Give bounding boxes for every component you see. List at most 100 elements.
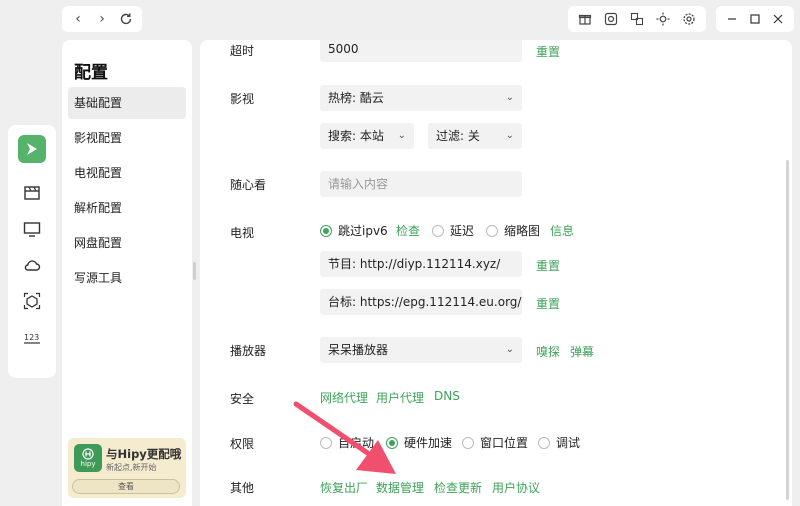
chevron-down-icon: ⌄ — [505, 92, 514, 103]
rail-cloud-button[interactable] — [19, 252, 45, 278]
delay-radio[interactable]: 延迟 — [432, 222, 474, 239]
dns-link[interactable]: DNS — [434, 389, 460, 403]
nav-group: ‹ › — [62, 6, 142, 32]
record-icon — [604, 12, 618, 26]
refresh-button[interactable] — [115, 8, 137, 30]
filter-value: 过滤: 关 — [436, 129, 480, 143]
program-reset-link[interactable]: 重置 — [536, 257, 560, 274]
menu-item-tv[interactable]: 电视配置 — [68, 157, 186, 189]
search-select[interactable]: 搜索: 本站 ⌄ — [320, 123, 414, 149]
radio-unchecked-icon — [462, 436, 474, 449]
translate-button[interactable] — [627, 9, 647, 29]
radio-unchecked-icon — [320, 436, 332, 449]
video-label: 影视 — [230, 92, 255, 106]
play-logo-icon — [27, 143, 37, 155]
thumbnail-label: 缩略图 — [504, 224, 541, 238]
record-button[interactable] — [601, 9, 621, 29]
danmaku-link[interactable]: 弹幕 — [570, 343, 594, 360]
user-agreement-link[interactable]: 用户协议 — [492, 479, 540, 496]
factory-reset-link[interactable]: 恢复出厂 — [320, 479, 368, 496]
menu-item-parse[interactable]: 解析配置 — [68, 192, 186, 224]
other-label: 其他 — [230, 481, 255, 495]
network-proxy-link[interactable]: 网络代理 — [320, 389, 368, 406]
minimize-button[interactable] — [723, 10, 741, 28]
cloud-icon — [24, 260, 41, 271]
user-agent-link[interactable]: 用户代理 — [376, 389, 424, 406]
title-bar: ‹ › — [0, 0, 800, 40]
menu-item-source-tool[interactable]: 写源工具 — [68, 262, 186, 294]
chevron-left-icon: ‹ — [75, 11, 81, 27]
forward-button[interactable]: › — [91, 8, 113, 30]
hardware-accel-radio[interactable]: 硬件加速 — [386, 434, 452, 451]
rail-tv-button[interactable] — [19, 216, 45, 242]
rail-cube-button[interactable] — [19, 288, 45, 314]
chevron-down-icon: ⌄ — [397, 130, 406, 141]
menu-item-netdisk[interactable]: 网盘配置 — [68, 227, 186, 259]
hot-list-value: 热榜: 酷云 — [328, 91, 384, 105]
promo-view-button[interactable]: 查看 — [72, 479, 180, 494]
hipy-logo: hipy — [74, 444, 102, 472]
tv-info-link[interactable]: 信息 — [550, 222, 574, 239]
debug-label: 调试 — [556, 436, 581, 450]
promo-subtitle: 新起点,新开始 — [106, 463, 157, 472]
window-position-radio[interactable]: 窗口位置 — [462, 434, 528, 451]
menu-item-basic[interactable]: 基础配置 — [68, 87, 186, 119]
menu-item-video[interactable]: 影视配置 — [68, 122, 186, 154]
random-input[interactable]: 请输入内容 — [320, 171, 522, 197]
timeout-label: 超时 — [230, 44, 255, 58]
radio-unchecked-icon — [432, 224, 444, 237]
maximize-icon — [750, 14, 760, 24]
translate-icon — [630, 12, 644, 26]
hardware-accel-label: 硬件加速 — [404, 436, 453, 450]
data-management-link[interactable]: 数据管理 — [376, 479, 424, 496]
logo-input[interactable]: 台标: https://epg.112114.eu.org/l... — [320, 289, 522, 315]
app-logo[interactable] — [18, 135, 46, 163]
skip-ipv6-label: 跳过ipv6 — [338, 224, 388, 238]
sniff-link[interactable]: 嗅探 — [536, 343, 560, 360]
close-button[interactable] — [769, 10, 787, 28]
program-input[interactable]: 节目: http://diyp.112114.xyz/ — [320, 251, 522, 277]
skip-ipv6-radio[interactable]: 跳过ipv6 — [320, 222, 388, 239]
delay-label: 延迟 — [450, 224, 475, 238]
player-select[interactable]: 呆呆播放器 ⌄ — [320, 337, 522, 363]
resize-handle[interactable] — [193, 262, 196, 280]
ipv6-check-link[interactable]: 检查 — [396, 222, 420, 239]
gear-icon — [683, 13, 695, 25]
tv-icon — [23, 222, 41, 237]
cube-icon — [23, 292, 41, 310]
close-icon — [773, 14, 783, 24]
permission-label: 权限 — [230, 437, 255, 451]
refresh-icon — [120, 13, 132, 25]
film-icon — [24, 186, 40, 200]
check-update-link[interactable]: 检查更新 — [434, 479, 482, 496]
vertical-scrollbar[interactable] — [786, 160, 789, 500]
debug-radio[interactable]: 调试 — [538, 434, 580, 451]
config-sidebar: 配置 基础配置 影视配置 电视配置 解析配置 网盘配置 写源工具 — [62, 40, 192, 506]
radio-checked-icon — [386, 436, 398, 449]
svg-text:123: 123 — [24, 333, 39, 342]
hot-list-select[interactable]: 热榜: 酷云 ⌄ — [320, 85, 522, 111]
timeout-input[interactable]: 5000 — [320, 40, 522, 62]
radio-checked-icon — [320, 224, 332, 237]
timeout-reset-link[interactable]: 重置 — [536, 43, 560, 60]
theme-button[interactable] — [653, 9, 673, 29]
settings-panel: 超时 5000 重置 影视 热榜: 酷云 ⌄ 搜索: 本站 ⌄ 过滤: 关 ⌄ … — [200, 40, 792, 506]
filter-select[interactable]: 过滤: 关 ⌄ — [428, 123, 522, 149]
thumbnail-radio[interactable]: 缩略图 — [486, 222, 540, 239]
tool-group — [568, 6, 706, 32]
back-button[interactable]: ‹ — [67, 8, 89, 30]
config-menu: 基础配置 影视配置 电视配置 解析配置 网盘配置 写源工具 — [68, 87, 186, 297]
rail-123-button[interactable]: 123 — [19, 324, 45, 350]
hipy-logo-text: hipy — [80, 460, 96, 468]
security-label: 安全 — [230, 392, 255, 406]
gift-button[interactable] — [575, 9, 595, 29]
logo-reset-link[interactable]: 重置 — [536, 295, 560, 312]
player-value: 呆呆播放器 — [328, 343, 389, 357]
numbers-icon: 123 — [24, 333, 40, 344]
rail-film-button[interactable] — [19, 180, 45, 206]
maximize-button[interactable] — [746, 10, 764, 28]
settings-button[interactable] — [679, 9, 699, 29]
autostart-radio[interactable]: 自启动 — [320, 434, 374, 451]
chevron-down-icon: ⌄ — [505, 130, 514, 141]
sidebar-title: 配置 — [74, 63, 108, 83]
